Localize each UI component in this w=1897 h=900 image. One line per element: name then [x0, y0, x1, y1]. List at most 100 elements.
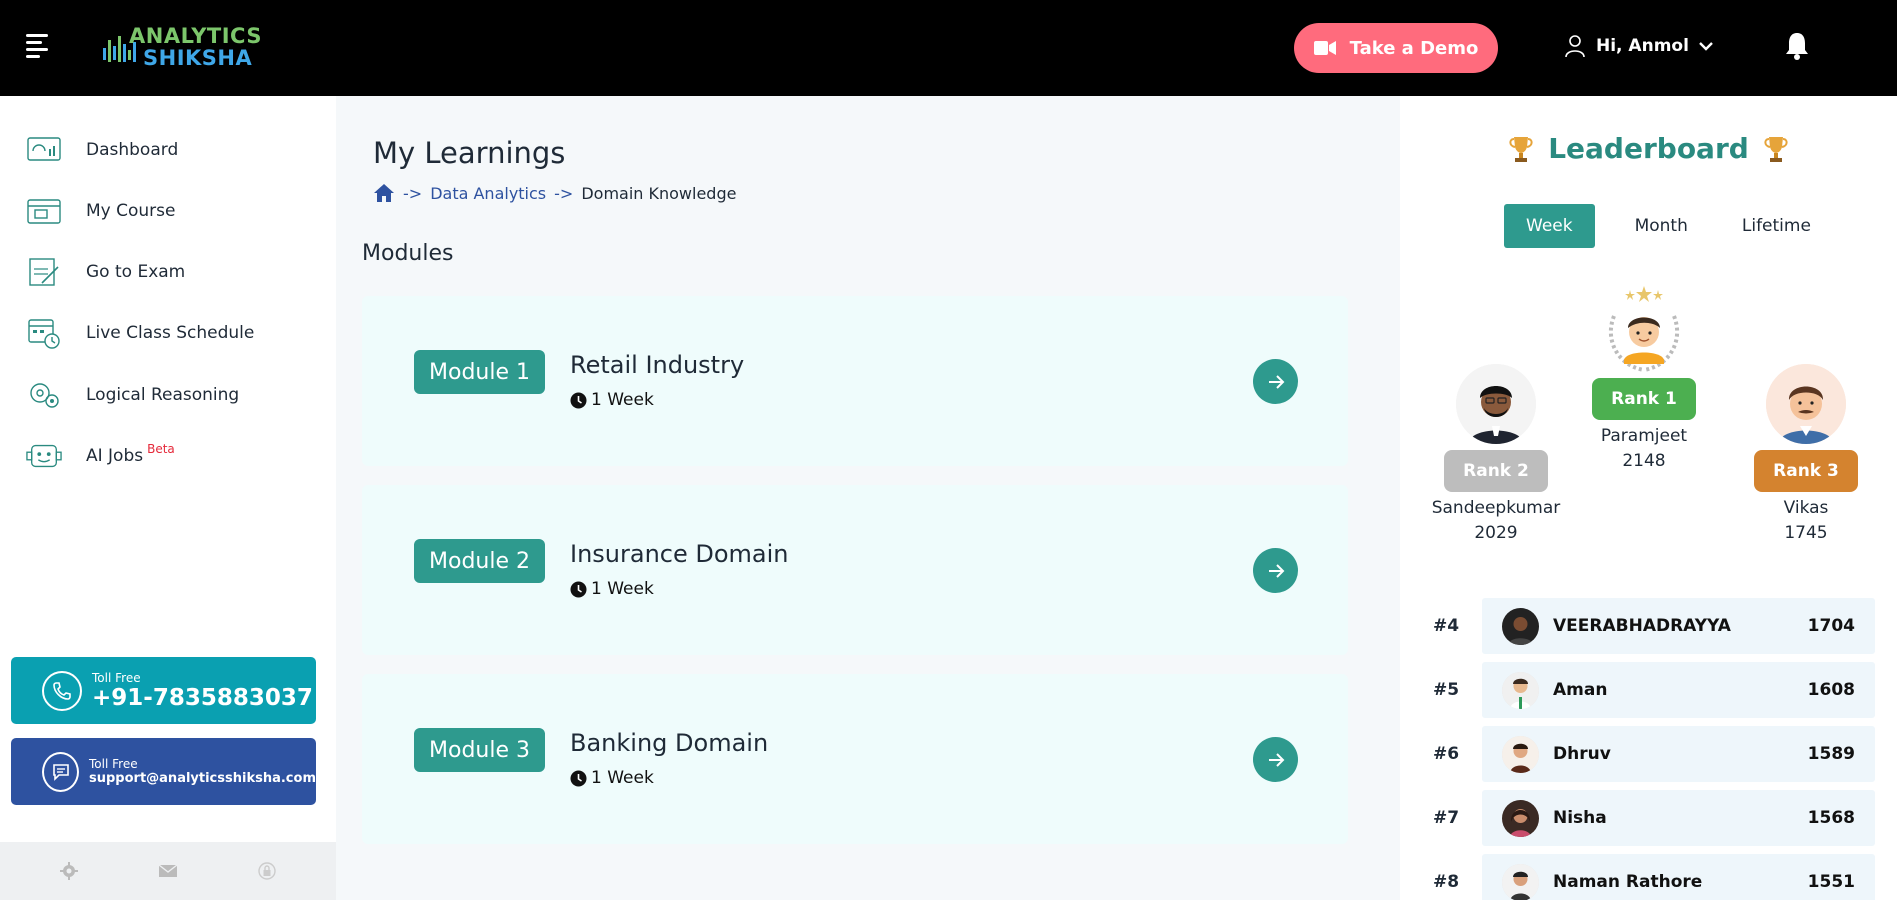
podium-rank-3: Rank 3 Vikas 1745 [1749, 364, 1863, 546]
brain-gears-icon [26, 379, 62, 411]
leaderboard-points: 1551 [1807, 872, 1855, 892]
leaderboard-title: Leaderboard [1400, 132, 1897, 165]
sidebar-item-label: Go to Exam [86, 262, 186, 282]
avatar [1502, 799, 1539, 837]
breadcrumb: -> Data Analytics -> Domain Knowledge [373, 183, 736, 203]
chevron-down-icon [1699, 42, 1713, 51]
avatar [1608, 286, 1680, 372]
arrow-right-icon[interactable] [1253, 359, 1298, 404]
sidebar-item-my-course[interactable]: My Course [26, 191, 175, 231]
module-card[interactable]: Module 2 Insurance Domain 1 Week [362, 485, 1348, 655]
modules-heading: Modules [362, 241, 454, 266]
module-badge: Module 2 [414, 539, 545, 583]
leaderboard-name: VEERABHADRAYYA [1553, 616, 1731, 636]
logo[interactable]: ANALYTICS SHIKSHA [103, 24, 261, 70]
rank-3-name: Vikas [1783, 498, 1829, 518]
sidebar-item-label: Logical Reasoning [86, 385, 240, 405]
leaderboard-position: #7 [1433, 808, 1460, 828]
avatar [1502, 735, 1539, 773]
module-card[interactable]: Module 1 Retail Industry 1 Week [362, 296, 1348, 466]
calendar-icon [26, 317, 62, 349]
rank-3-badge: Rank 3 [1754, 450, 1858, 492]
rank-2-points: 2029 [1474, 523, 1518, 543]
leaderboard-position: #4 [1433, 616, 1460, 636]
user-icon [1565, 35, 1585, 58]
arrow-right-icon[interactable] [1253, 548, 1298, 593]
leaderboard-tabs: Week Month Lifetime [1504, 204, 1833, 248]
phone-caption: Toll Free [92, 670, 141, 685]
sidebar-item-label: Live Class Schedule [86, 323, 255, 343]
logo-text-top: ANALYTICS [129, 24, 262, 48]
clock-icon [570, 581, 587, 597]
leaderboard-row[interactable]: #4 VEERABHADRAYYA 1704 [1413, 594, 1897, 658]
page-title: My Learnings [373, 136, 566, 170]
leaderboard-name: Nisha [1553, 808, 1607, 828]
dashboard-icon [26, 134, 62, 166]
rank-3-points: 1745 [1784, 523, 1828, 543]
robot-icon [26, 440, 62, 472]
breadcrumb-separator: -> [403, 183, 423, 203]
breadcrumb-link-data-analytics[interactable]: Data Analytics [430, 184, 546, 203]
leaderboard-name: Aman [1553, 680, 1608, 700]
settings-icon[interactable] [59, 861, 79, 881]
leaderboard-row[interactable]: #8 Naman Rathore 1551 [1413, 850, 1897, 900]
mail-icon[interactable] [158, 863, 178, 879]
clock-icon [570, 770, 587, 786]
leaderboard-panel: Leaderboard Week Month Lifetime Rank 1 P… [1400, 96, 1897, 900]
module-duration: 1 Week [570, 579, 654, 599]
rank-2-badge: Rank 2 [1444, 450, 1548, 492]
podium-rank-1: Rank 1 Paramjeet 2148 [1589, 286, 1699, 474]
module-name: Banking Domain [570, 729, 769, 757]
avatar [1502, 607, 1539, 645]
take-demo-label: Take a Demo [1349, 37, 1479, 59]
rank-1-name: Paramjeet [1600, 426, 1688, 446]
user-menu[interactable]: Hi, Anmol [1564, 34, 1713, 58]
leaderboard-row[interactable]: #7 Nisha 1568 [1413, 786, 1897, 850]
beta-badge: Beta [147, 442, 175, 456]
lock-icon[interactable] [257, 861, 277, 881]
sidebar-item-logical-reasoning[interactable]: Logical Reasoning [26, 375, 239, 415]
sidebar-item-ai-jobs[interactable]: AI Jobs Beta [26, 436, 175, 476]
module-card[interactable]: Module 3 Banking Domain 1 Week [362, 674, 1348, 844]
tab-lifetime[interactable]: Lifetime [1720, 204, 1833, 248]
leaderboard-name: Naman Rathore [1553, 872, 1703, 892]
leaderboard-row[interactable]: #5 Aman 1608 [1413, 658, 1897, 722]
module-badge: Module 3 [414, 728, 545, 772]
logo-text-bottom: SHIKSHA [143, 46, 253, 70]
leaderboard-row[interactable]: #6 Dhruv 1589 [1413, 722, 1897, 786]
avatar [1502, 863, 1539, 900]
podium-rank-2: Rank 2 Sandeepkumar 2029 [1426, 364, 1566, 546]
main-content: My Learnings -> Data Analytics -> Domain… [336, 96, 1400, 900]
module-name: Retail Industry [570, 351, 745, 379]
notification-bell-icon[interactable] [1784, 31, 1810, 65]
sidebar: Dashboard My Course Go to Exam Live Clas… [0, 96, 336, 900]
top-bar: ANALYTICS SHIKSHA Take a Demo Hi, Anmol [0, 0, 1897, 96]
sidebar-item-dashboard[interactable]: Dashboard [26, 130, 178, 170]
menu-icon[interactable] [26, 34, 50, 58]
clock-icon [570, 392, 587, 408]
tab-week[interactable]: Week [1504, 204, 1595, 248]
leaderboard-points: 1589 [1807, 744, 1855, 764]
mail-caption: Toll Free [89, 756, 138, 771]
support-email-card[interactable]: Toll Free support@analyticsshiksha.com [11, 738, 316, 805]
rank-2-name: Sandeepkumar [1431, 498, 1561, 518]
leaderboard-position: #8 [1433, 872, 1460, 892]
take-demo-button[interactable]: Take a Demo [1294, 23, 1498, 73]
sidebar-item-label: My Course [86, 201, 176, 221]
support-email: support@analyticsshiksha.com [89, 770, 316, 786]
sidebar-item-go-to-exam[interactable]: Go to Exam [26, 252, 185, 292]
chat-icon [42, 751, 79, 792]
breadcrumb-current: Domain Knowledge [581, 183, 737, 203]
module-duration: 1 Week [570, 768, 654, 788]
phone-number: +91-7835883037 [92, 684, 313, 711]
exam-icon [26, 256, 62, 288]
rank-1-badge: Rank 1 [1592, 378, 1696, 420]
leaderboard-points: 1568 [1807, 808, 1855, 828]
sidebar-item-live-class-schedule[interactable]: Live Class Schedule [26, 313, 254, 353]
toll-free-phone-card[interactable]: Toll Free +91-7835883037 [11, 657, 316, 724]
home-icon[interactable] [373, 183, 395, 203]
module-name: Insurance Domain [570, 540, 789, 568]
tab-month[interactable]: Month [1613, 204, 1710, 248]
phone-icon [42, 670, 82, 711]
arrow-right-icon[interactable] [1253, 737, 1298, 782]
